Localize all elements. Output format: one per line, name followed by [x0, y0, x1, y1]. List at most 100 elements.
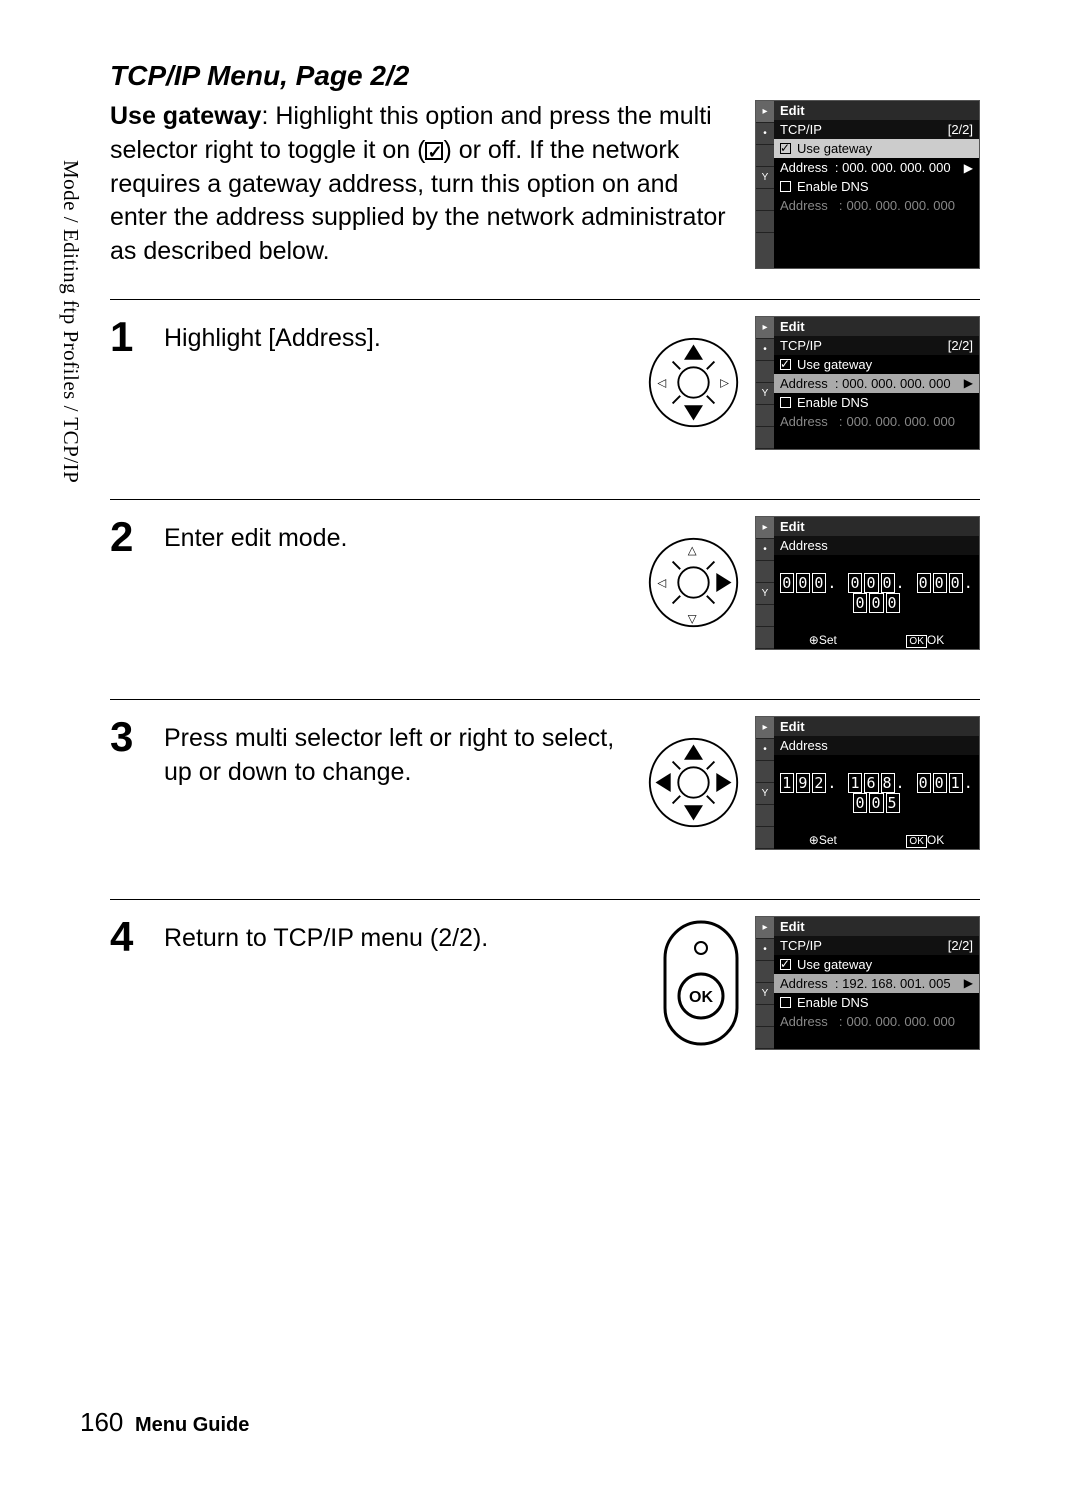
camera-screen-tcpip-address-highlight: ▸ • Y Edit TCP/IP [2/2] [755, 316, 980, 450]
svg-text:◁: ◁ [657, 578, 666, 590]
screen-row-use-gateway: Use gateway [774, 955, 979, 974]
chevron-right-icon: ▶ [964, 376, 973, 390]
chevron-right-icon: ▶ [964, 976, 973, 990]
footer-ok: OKOK [906, 633, 944, 647]
screen-title: TCP/IP [780, 122, 822, 137]
screen-tab-tool-icon: Y [756, 383, 774, 405]
use-gateway-label: Use gateway [797, 141, 872, 156]
screen-title-row: Address [774, 736, 979, 755]
screen-tab-icon: ▸ [756, 517, 774, 539]
step-4: 4 Return to TCP/IP menu (2/2). OK ▸ • Y [110, 899, 980, 1099]
screen-row-address: Address : 000. 000. 000. 000 ▶ [774, 158, 979, 177]
screen-footer: ⊕Set OKOK [774, 631, 979, 649]
screen-tab-icon: • [756, 739, 774, 761]
step-number: 3 [110, 716, 146, 758]
chevron-right-icon: ▶ [964, 161, 973, 175]
svg-text:△: △ [688, 545, 697, 557]
dns-address-value: 000. 000. 000. 000 [847, 1014, 955, 1029]
use-gateway-label: Use gateway [797, 957, 872, 972]
screen-tab-icon: ▸ [756, 917, 774, 939]
enable-dns-label: Enable DNS [797, 995, 869, 1010]
section-title: TCP/IP Menu, Page 2/2 [110, 60, 980, 92]
screen-row-enable-dns: Enable DNS [774, 393, 979, 412]
screen-tab-tool-icon: Y [756, 983, 774, 1005]
screen-title: TCP/IP [780, 938, 822, 953]
multi-selector-right-icon: ◁ △ ▽ [646, 535, 741, 630]
screen-tab-tool-icon: Y [756, 783, 774, 805]
screen-tab-icon: ▸ [756, 317, 774, 339]
screen-row-address-highlighted: Address : 000. 000. 000. 000 ▶ [774, 374, 979, 393]
screen-tab-icon: • [756, 939, 774, 961]
screen-tab-icon: • [756, 339, 774, 361]
enable-dns-label: Enable DNS [797, 395, 869, 410]
screen-row-enable-dns: Enable DNS [774, 177, 979, 196]
screen-tab-icon [756, 361, 774, 383]
address-label-dim: Address [780, 198, 828, 213]
side-breadcrumb: Mode / Editing ftp Profiles / TCP/IP [58, 160, 83, 483]
page-content: TCP/IP Menu, Page 2/2 Use gateway: Highl… [110, 60, 980, 1099]
screen-tab-icon [756, 961, 774, 983]
footer-set: ⊕Set [809, 833, 837, 847]
screen-header-edit: Edit [774, 917, 979, 936]
svg-text:OK: OK [689, 989, 713, 1006]
step-text: Return to TCP/IP menu (2/2). [164, 916, 643, 956]
checkbox-off-icon [780, 181, 791, 192]
address-label: Address [780, 160, 828, 175]
svg-text:▽: ▽ [688, 614, 697, 626]
camera-screen-address-edit-entered: ▸ • Y Edit Address 192. 168. 001. 005 [755, 716, 980, 850]
intro-block: Use gateway: Highlight this option and p… [110, 100, 980, 269]
screen-header-edit: Edit [774, 517, 979, 536]
screen-row-use-gateway: Use gateway [774, 355, 979, 374]
screen-tab-icon [756, 605, 774, 627]
screen-row-dns-address: Address : 000. 000. 000. 000 [774, 412, 979, 431]
screen-row-address-highlighted: Address : 192. 168. 001. 005 ▶ [774, 974, 979, 993]
dns-address-value: 000. 000. 000. 000 [847, 198, 955, 213]
screen-title: TCP/IP [780, 338, 822, 353]
step-2: 2 Enter edit mode. ◁ △ ▽ ▸ [110, 499, 980, 699]
page-number: 160 [80, 1407, 123, 1437]
screen-tab-tool-icon: Y [756, 167, 774, 189]
screen-row-dns-address: Address : 000. 000. 000. 000 [774, 196, 979, 215]
screen-title-row: TCP/IP [2/2] [774, 336, 979, 355]
screen-header-edit: Edit [774, 317, 979, 336]
screen-title-row: TCP/IP [2/2] [774, 120, 979, 139]
intro-bold: Use gateway [110, 102, 261, 130]
screen-title-row: Address [774, 536, 979, 555]
camera-screen-tcpip: ▸ • Y Edit TCP/IP [2/2] Use gateway Add [755, 100, 980, 269]
screen-footer: ⊕Set OKOK [774, 831, 979, 849]
camera-screen-address-edit-zeros: ▸ • Y Edit Address 000. 000. 000. 000 [755, 516, 980, 650]
screen-tab-icon [756, 211, 774, 233]
enable-dns-label: Enable DNS [797, 179, 869, 194]
screen-row-dns-address: Address : 000. 000. 000. 000 [774, 1012, 979, 1031]
footer-title: Menu Guide [135, 1414, 249, 1436]
screen-page: [2/2] [948, 338, 973, 353]
checkbox-on-icon [780, 143, 791, 154]
screen-tab-icon: ▸ [756, 717, 774, 739]
screen-tab-icon: • [756, 123, 774, 145]
svg-text:▷: ▷ [720, 378, 729, 390]
checkbox-on-icon [780, 959, 791, 970]
address-value: 000. 000. 000. 000 [842, 160, 950, 175]
screen-tab-icon: • [756, 539, 774, 561]
screen-tab-icon [756, 189, 774, 211]
screen-tab-icon [756, 427, 774, 449]
footer-set: ⊕Set [809, 633, 837, 647]
step-text: Press multi selector left or right to se… [164, 716, 628, 790]
step-3: 3 Press multi selector left or right to … [110, 699, 980, 899]
screen-tab-icon: ▸ [756, 101, 774, 123]
footer-ok: OKOK [906, 833, 944, 847]
screen-page: [2/2] [948, 122, 973, 137]
screen-row-enable-dns: Enable DNS [774, 993, 979, 1012]
screen-tab-icon [756, 761, 774, 783]
checkbox-on-icon [425, 142, 443, 160]
step-number: 2 [110, 516, 146, 558]
screen-tab-icon [756, 145, 774, 167]
step-1: 1 Highlight [Address]. ◁ ▷ ▸ [110, 299, 980, 499]
screen-header-edit: Edit [774, 101, 979, 120]
ok-button-icon: OK [661, 918, 741, 1048]
step-text: Highlight [Address]. [164, 316, 628, 356]
screen-row-use-gateway: Use gateway [774, 139, 979, 158]
intro-text: Use gateway: Highlight this option and p… [110, 100, 735, 269]
screen-tab-icon [756, 805, 774, 827]
screen-tab-icon [756, 1005, 774, 1027]
